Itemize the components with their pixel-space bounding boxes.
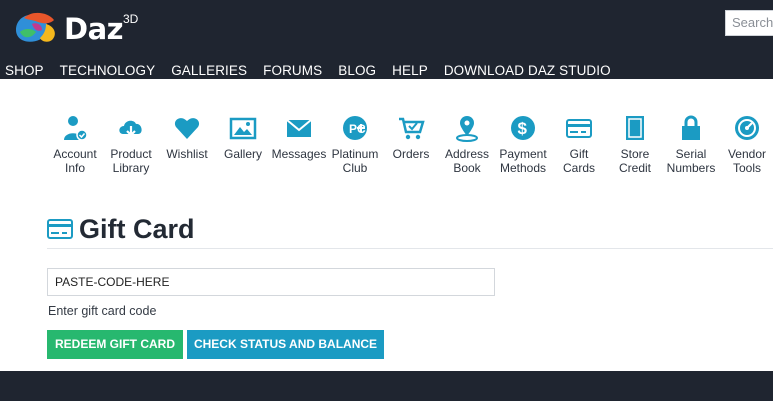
account-nav-label: Platinum Club	[331, 147, 379, 175]
page-title-section: Gift Card	[47, 214, 773, 249]
top-nav-item-shop[interactable]: SHOP	[5, 63, 44, 78]
account-nav-item-address-book[interactable]: Address Book	[439, 114, 495, 175]
account-nav-item-account-info[interactable]: Account Info	[47, 114, 103, 175]
account-nav-item-gallery[interactable]: Gallery	[215, 114, 271, 161]
svg-text:$: $	[518, 119, 528, 138]
gift-card-code-input[interactable]	[47, 268, 495, 296]
product-library-icon	[119, 120, 142, 137]
account-nav-label: Wishlist	[166, 147, 208, 161]
gallery-icon	[229, 117, 257, 140]
account-nav-label: Messages	[271, 147, 327, 161]
account-info-icon	[64, 116, 88, 141]
top-nav-item-help[interactable]: HELP	[392, 63, 428, 78]
top-nav-item-download-daz-studio[interactable]: DOWNLOAD DAZ STUDIO	[444, 63, 611, 78]
daz-logo-icon[interactable]	[10, 10, 60, 44]
account-nav-item-wishlist[interactable]: Wishlist	[159, 114, 215, 161]
account-nav-label: Gallery	[223, 147, 262, 161]
top-nav-item-blog[interactable]: BLOG	[338, 63, 376, 78]
platinum-club-icon: PC	[343, 116, 367, 140]
account-nav-item-messages[interactable]: Messages	[271, 114, 327, 161]
brand-superscript: 3D	[123, 12, 139, 26]
gauge-icon	[735, 116, 759, 140]
site-header: Daz 3D Search SHOP TECHNOLOGY GALLERIES FOR…	[0, 0, 773, 79]
brand-name[interactable]: Daz	[64, 12, 124, 46]
map-pin-icon	[456, 116, 478, 142]
account-nav-label: Vendor Tools	[727, 147, 767, 175]
search-input[interactable]: Search	[725, 10, 773, 36]
credit-card-icon	[566, 119, 592, 138]
envelope-icon	[286, 119, 312, 137]
site-footer	[0, 371, 773, 401]
account-nav-label: Gift Cards	[562, 147, 595, 175]
account-nav-label: Product Library	[110, 147, 152, 175]
book-icon	[626, 116, 644, 140]
account-nav-label: Account Info	[53, 147, 97, 175]
top-nav-item-technology[interactable]: TECHNOLOGY	[60, 63, 156, 78]
account-nav: Account Info Product Library Wishlist Gallery…	[47, 114, 773, 184]
code-input-hint: Enter gift card code	[48, 304, 157, 318]
redeem-gift-card-button[interactable]: REDEEM GIFT CARD	[47, 330, 183, 359]
account-nav-label: Orders	[392, 147, 430, 161]
top-nav: SHOP TECHNOLOGY GALLERIES FORUMS BLOG HELP DOW…	[5, 63, 611, 78]
account-nav-item-payment-methods[interactable]: $ Payment Methods	[495, 114, 551, 175]
heart-icon	[174, 118, 200, 139]
account-nav-item-store-credit[interactable]: Store Credit	[607, 114, 663, 175]
dollar-icon: $	[511, 116, 535, 140]
account-nav-item-product-library[interactable]: Product Library	[103, 114, 159, 175]
account-nav-label: Payment Methods	[499, 147, 547, 175]
page-title: Gift Card	[79, 214, 195, 244]
top-nav-item-galleries[interactable]: GALLERIES	[171, 63, 247, 78]
account-nav-label: Store Credit	[618, 147, 651, 175]
account-nav-item-platinum-club[interactable]: PC PlatinumClub	[327, 114, 383, 175]
credit-card-icon	[47, 219, 73, 239]
account-nav-item-gift-cards[interactable]: Gift Cards	[551, 114, 607, 175]
account-nav-item-serial-numbers[interactable]: Serial Numbers	[663, 114, 719, 175]
account-nav-item-orders[interactable]: Orders	[383, 114, 439, 161]
cart-icon	[399, 117, 425, 140]
account-nav-label: Address Book	[444, 147, 490, 175]
lock-icon	[682, 115, 700, 140]
top-nav-item-forums[interactable]: FORUMS	[263, 63, 322, 78]
account-nav-label: Serial Numbers	[666, 147, 716, 175]
account-nav-item-vendor-tools[interactable]: Vendor Tools	[719, 114, 773, 175]
check-status-balance-button[interactable]: CHECK STATUS AND BALANCE	[187, 330, 384, 359]
